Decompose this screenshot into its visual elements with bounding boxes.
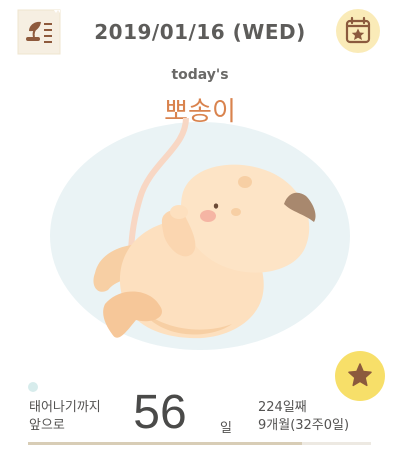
calendar-button[interactable] [336,9,380,53]
caption-line-2: 앞으로 [29,418,65,433]
calendar-star-icon [345,16,371,44]
day-count: 224일째 [258,400,307,415]
fetus-illustration [0,115,400,368]
countdown-caption: 태어나기까지 앞으로 [29,399,101,435]
caption-line-1: 태어나기까지 [29,400,101,415]
pregnancy-progress-text: 224일째 9개월(32주0일) [258,399,349,435]
favorite-button[interactable] [335,351,385,401]
days-left-number: 56 [133,386,187,439]
progress-fill [28,442,303,445]
days-unit: 일 [220,421,232,436]
star-icon [348,363,372,387]
indicator-dot [28,382,38,392]
month-week: 9개월(32주0일) [258,418,350,433]
pregnancy-progress-bar [28,442,371,445]
today-label: today's [171,67,229,83]
